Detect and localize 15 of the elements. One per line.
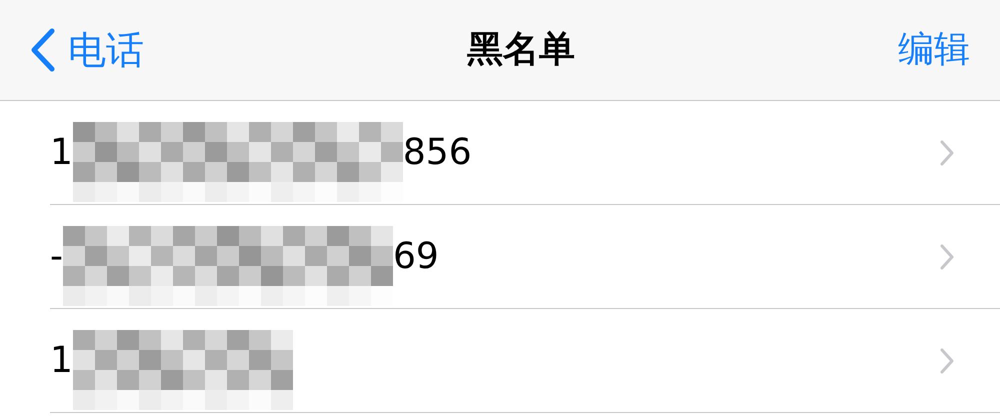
blocked-number-row[interactable]: - 69	[0, 205, 1000, 309]
blocked-number-row[interactable]: 1 856	[0, 101, 1000, 205]
chevron-left-icon	[30, 28, 56, 72]
chevron-right-icon	[939, 242, 955, 270]
back-button[interactable]: 电话	[30, 22, 144, 78]
phone-number-start: 1	[50, 130, 73, 174]
chevron-right-icon	[939, 138, 955, 166]
phone-number-end: 856	[402, 130, 472, 174]
phone-number-end: 69	[393, 234, 439, 278]
blocked-number-row[interactable]: 1	[0, 309, 1000, 413]
phone-number-start: -	[50, 234, 63, 278]
chevron-right-icon	[939, 346, 955, 374]
edit-button[interactable]: 编辑	[898, 23, 970, 77]
screen-title: 黑名单	[467, 28, 575, 72]
phone-number-start: 1	[50, 338, 73, 382]
